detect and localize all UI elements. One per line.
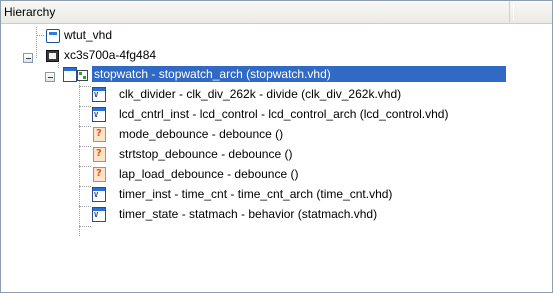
hierarchy-header: Hierarchy [1,1,552,24]
tree-line [79,126,91,127]
tree-item-label: wtut_vhd [64,28,113,42]
tree-item-label: strtstop_debounce - debounce () [119,147,293,161]
unknown-module-icon: ? [93,147,106,162]
chip-icon [46,50,59,62]
tree-line [36,27,37,58]
tree-line [79,106,91,107]
tree-line [79,146,91,147]
tree-item-lcd-cntrl-inst[interactable]: V lcd_cntrl_inst - lcd_control - lcd_con… [91,106,511,122]
hierarchy-tree[interactable]: wtut_vhd xc3s700a-4fg484 stopwatch - sto… [1,24,552,292]
column-header-divider [513,4,516,20]
tree-item-stopwatch[interactable]: stopwatch - stopwatch_arch (stopwatch.vh… [92,66,506,82]
tree-item-lap-load-debounce[interactable]: ? lap_load_debounce - debounce () [91,166,511,182]
tree-item-mode-debounce[interactable]: ? mode_debounce - debounce () [91,126,511,142]
vhdl-module-icon: V [92,107,106,122]
vhdl-module-icon: V [92,87,106,102]
tree-item-label: lcd_cntrl_inst - lcd_control - lcd_contr… [119,107,449,121]
document-icon [46,29,60,43]
unknown-module-icon: ? [93,167,106,182]
tree-item-clk-divider[interactable]: V clk_divider - clk_div_262k - divide (c… [91,86,511,102]
collapse-toggle-icon[interactable] [45,72,55,82]
tree-item-label: stopwatch - stopwatch_arch (stopwatch.vh… [94,67,331,81]
vhdl-module-icon: V [92,207,106,222]
tree-line [79,86,91,87]
tree-item-strtstop-debounce[interactable]: ? strtstop_debounce - debounce () [91,146,511,162]
tree-item-timer-state[interactable]: V timer_state - statmach - behavior (sta… [91,206,511,222]
tree-item-timer-inst[interactable]: V timer_inst - time_cnt - time_cnt_arch … [91,186,511,202]
top-module-icon-wrap [63,66,88,82]
tree-item-label: xc3s700a-4fg484 [64,48,157,62]
tree-line [79,226,91,227]
tree-line [36,35,44,36]
tree-item-label: timer_inst - time_cnt - time_cnt_arch (t… [119,187,393,201]
vhdl-module-icon [63,67,88,82]
hierarchy-panel: Hierarchy wtut_vhd xc3s700a-4fg484 stopw… [0,0,553,293]
tree-line [79,166,91,167]
vhdl-module-icon: V [92,187,106,202]
tree-line [79,186,91,187]
tree-item-device[interactable]: xc3s700a-4fg484 [44,47,244,63]
tree-item-label: timer_state - statmach - behavior (statm… [119,207,378,221]
tree-item-label: lap_load_debounce - debounce () [119,167,299,181]
hierarchy-title: Hierarchy [4,5,56,19]
unknown-module-icon: ? [93,127,106,142]
column-header[interactable]: Hierarchy [1,1,510,23]
tree-item-wtut-vhd[interactable]: wtut_vhd [44,27,244,43]
tree-line [79,76,80,236]
tree-item-label: clk_divider - clk_div_262k - divide (clk… [119,87,402,101]
tree-item-label: mode_debounce - debounce () [119,127,284,141]
tree-line [79,206,91,207]
collapse-toggle-icon[interactable] [23,53,33,63]
